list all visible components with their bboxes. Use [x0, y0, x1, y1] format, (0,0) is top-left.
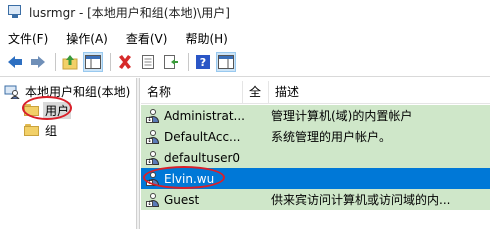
up-folder-icon[interactable] — [60, 52, 80, 72]
delete-icon[interactable] — [115, 52, 135, 72]
user-name-cell: ↓ Guest — [141, 192, 271, 207]
user-name: defaultuser0 — [164, 150, 241, 165]
tree-item-users-label: 用户 — [43, 101, 72, 119]
user-description: 供来宾访问计算机或访问域的内... — [271, 193, 451, 207]
menu-view[interactable]: 查看(V) — [117, 30, 177, 47]
user-name-cell: ↓ Elvin.wu — [141, 171, 271, 186]
toolbar: ? — [0, 50, 490, 74]
user-description: 系统管理的用户帐户。 — [271, 130, 392, 144]
tree-pane: 本地用户和组(本地) 用户 组 — [0, 78, 136, 229]
toolbar-divider — [0, 76, 490, 77]
tree-root-label: 本地用户和组(本地) — [25, 84, 131, 99]
users-groups-icon — [4, 83, 21, 100]
forward-arrow-icon[interactable] — [28, 52, 48, 72]
menu-file[interactable]: 文件(F) — [0, 30, 57, 47]
column-header-description[interactable]: 描述 — [269, 81, 490, 103]
show-tree-icon[interactable] — [83, 52, 103, 72]
user-name-cell: ↓ DefaultAcc... — [141, 129, 271, 144]
table-row[interactable]: ↓ Administrat... 管理计算机(域)的内置帐户 — [141, 105, 490, 126]
toolbar-separator — [110, 53, 111, 71]
table-row[interactable]: ↓ Guest 供来宾访问计算机或访问域的内... — [141, 189, 490, 210]
title-bar: lusrmgr - [本地用户和组(本地)\用户] — [0, 0, 490, 24]
tree-root[interactable]: 本地用户和组(本地) — [4, 82, 132, 100]
action-pane-icon[interactable] — [216, 52, 236, 72]
user-icon: ↓ — [146, 171, 160, 186]
computer-management-icon — [7, 4, 23, 20]
pane-splitter[interactable] — [136, 78, 140, 229]
tree-item-groups[interactable]: 组 — [24, 121, 59, 139]
export-icon[interactable] — [161, 52, 181, 72]
user-name-cell: ↓ Administrat... — [141, 108, 271, 123]
toolbar-separator — [188, 53, 189, 71]
tree-item-users[interactable]: 用户 — [24, 101, 72, 119]
window-title: lusrmgr - [本地用户和组(本地)\用户] — [29, 5, 230, 20]
properties-icon[interactable] — [138, 52, 158, 72]
table-row[interactable]: ↓ DefaultAcc... 系统管理的用户帐户。 — [141, 126, 490, 147]
tree-item-groups-label: 组 — [45, 123, 58, 138]
user-icon: ↓ — [146, 150, 160, 165]
toolbar-separator — [55, 53, 56, 71]
user-icon: ↓ — [146, 108, 160, 123]
folder-icon — [24, 103, 40, 117]
user-icon: ↓ — [146, 192, 160, 207]
list-header: 名称 全 描述 — [141, 81, 490, 104]
user-name: Administrat... — [164, 108, 245, 123]
user-name: DefaultAcc... — [164, 129, 241, 144]
table-row[interactable]: ↓ Elvin.wu — [141, 168, 490, 189]
menu-help[interactable]: 帮助(H) — [176, 30, 236, 47]
user-name: Elvin.wu — [164, 171, 215, 186]
list-pane: 名称 全 描述 ↓ Administrat... 管理计算机(域)的内置帐户 ↓… — [141, 78, 490, 229]
column-header-name[interactable]: 名称 — [141, 81, 243, 103]
menu-bar: 文件(F) 操作(A) 查看(V) 帮助(H) — [0, 29, 490, 47]
user-description: 管理计算机(域)的内置帐户 — [271, 109, 413, 123]
user-name: Guest — [164, 192, 200, 207]
back-arrow-icon[interactable] — [5, 52, 25, 72]
svg-text:?: ? — [200, 56, 206, 69]
user-icon: ↓ — [146, 129, 160, 144]
menu-action[interactable]: 操作(A) — [57, 30, 117, 47]
column-header-fullname[interactable]: 全 — [243, 81, 269, 103]
user-name-cell: ↓ defaultuser0 — [141, 150, 271, 165]
table-row[interactable]: ↓ defaultuser0 — [141, 147, 490, 168]
help-icon[interactable]: ? — [193, 52, 213, 72]
folder-icon — [24, 123, 40, 137]
